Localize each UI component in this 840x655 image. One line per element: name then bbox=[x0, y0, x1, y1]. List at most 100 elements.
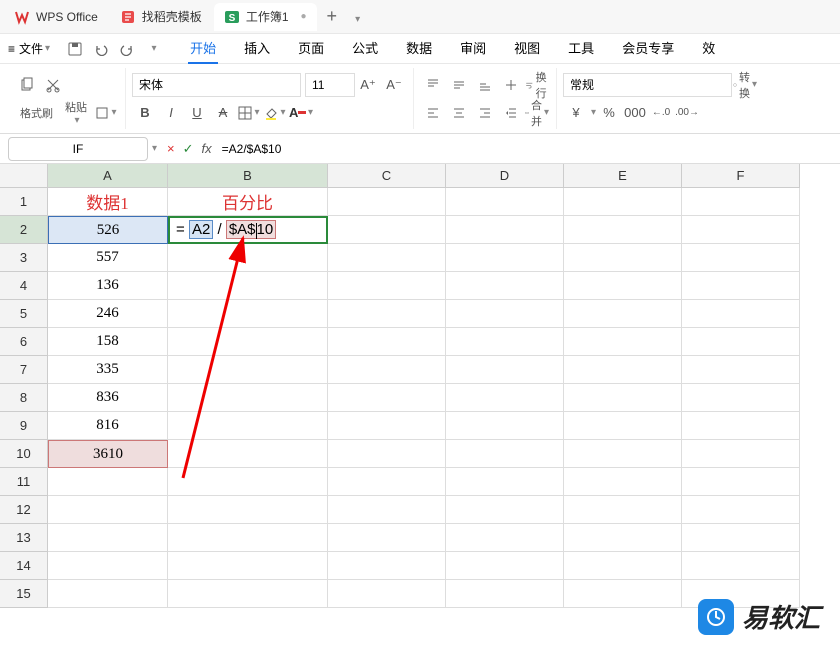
cell-A7[interactable]: 335 bbox=[48, 356, 168, 384]
cell-D2[interactable] bbox=[446, 216, 564, 244]
undo-button[interactable] bbox=[90, 38, 112, 60]
cell-F7[interactable] bbox=[682, 356, 800, 384]
cell-A1[interactable]: 数据1 bbox=[48, 188, 168, 216]
cell-E13[interactable] bbox=[564, 524, 682, 552]
align-bottom-button[interactable] bbox=[473, 73, 497, 97]
cell-A5[interactable]: 246 bbox=[48, 300, 168, 328]
cell-A9[interactable]: 816 bbox=[48, 412, 168, 440]
row-header-14[interactable]: 14 bbox=[0, 552, 48, 580]
redo-button[interactable] bbox=[116, 38, 138, 60]
align-right-button[interactable] bbox=[473, 101, 497, 125]
new-tab-button[interactable]: + bbox=[319, 6, 346, 27]
decrease-font-button[interactable]: A⁻ bbox=[382, 73, 406, 97]
cell-E9[interactable] bbox=[564, 412, 682, 440]
row-header-1[interactable]: 1 bbox=[0, 188, 48, 216]
wrap-text-button[interactable]: 换行 bbox=[525, 73, 549, 97]
cell-E10[interactable] bbox=[564, 440, 682, 468]
menu-tab-data[interactable]: 数据 bbox=[392, 34, 446, 64]
row-header-11[interactable]: 11 bbox=[0, 468, 48, 496]
cell-B13[interactable] bbox=[168, 524, 328, 552]
cut-button[interactable] bbox=[41, 73, 65, 97]
cell-C5[interactable] bbox=[328, 300, 446, 328]
cell-F5[interactable] bbox=[682, 300, 800, 328]
row-header-13[interactable]: 13 bbox=[0, 524, 48, 552]
col-header-C[interactable]: C bbox=[328, 164, 446, 188]
align-top-button[interactable] bbox=[421, 73, 445, 97]
cell-C7[interactable] bbox=[328, 356, 446, 384]
cell-B14[interactable] bbox=[168, 552, 328, 580]
cell-D6[interactable] bbox=[446, 328, 564, 356]
comma-button[interactable]: 000 bbox=[623, 101, 647, 125]
cell-F3[interactable] bbox=[682, 244, 800, 272]
col-header-F[interactable]: F bbox=[682, 164, 800, 188]
select-all-corner[interactable] bbox=[0, 164, 48, 188]
fill-color-button[interactable]: ▾ bbox=[263, 101, 287, 125]
menu-tab-tools[interactable]: 工具 bbox=[554, 34, 608, 64]
qat-more-button[interactable]: ▾ bbox=[142, 38, 164, 60]
align-middle-button[interactable] bbox=[447, 73, 471, 97]
col-header-B[interactable]: B bbox=[168, 164, 328, 188]
fx-button[interactable]: fx bbox=[202, 141, 212, 156]
cell-E2[interactable] bbox=[564, 216, 682, 244]
underline-button[interactable]: U bbox=[185, 101, 209, 125]
cell-B7[interactable] bbox=[168, 356, 328, 384]
cell-C10[interactable] bbox=[328, 440, 446, 468]
tab-app[interactable]: WPS Office bbox=[4, 3, 108, 31]
cell-E14[interactable] bbox=[564, 552, 682, 580]
row-header-2[interactable]: 2 bbox=[0, 216, 48, 244]
cell-A14[interactable] bbox=[48, 552, 168, 580]
cell-E3[interactable] bbox=[564, 244, 682, 272]
cell-E7[interactable] bbox=[564, 356, 682, 384]
cell-D1[interactable] bbox=[446, 188, 564, 216]
currency-button[interactable]: ¥ bbox=[564, 101, 588, 125]
cell-D10[interactable] bbox=[446, 440, 564, 468]
cell-F4[interactable] bbox=[682, 272, 800, 300]
formula-confirm-button[interactable]: ✓ bbox=[183, 141, 194, 157]
cell-C8[interactable] bbox=[328, 384, 446, 412]
copy-button[interactable] bbox=[15, 73, 39, 97]
convert-button[interactable]: 转换▾ bbox=[733, 73, 757, 97]
cell-A12[interactable] bbox=[48, 496, 168, 524]
merge-button[interactable]: 合并▾ bbox=[525, 101, 549, 125]
cell-D12[interactable] bbox=[446, 496, 564, 524]
menu-tab-review[interactable]: 审阅 bbox=[446, 34, 500, 64]
bold-button[interactable]: B bbox=[133, 101, 157, 125]
border-button[interactable]: ▾ bbox=[237, 101, 261, 125]
format-painter-button[interactable]: 格式刷 bbox=[14, 103, 59, 123]
cell-E5[interactable] bbox=[564, 300, 682, 328]
row-header-6[interactable]: 6 bbox=[0, 328, 48, 356]
cell-E12[interactable] bbox=[564, 496, 682, 524]
cell-C9[interactable] bbox=[328, 412, 446, 440]
row-header-12[interactable]: 12 bbox=[0, 496, 48, 524]
cell-C1[interactable] bbox=[328, 188, 446, 216]
cell-C13[interactable] bbox=[328, 524, 446, 552]
menu-tab-effect[interactable]: 效 bbox=[688, 34, 729, 64]
menu-tab-formula[interactable]: 公式 bbox=[338, 34, 392, 64]
cell-B5[interactable] bbox=[168, 300, 328, 328]
align-left-button[interactable] bbox=[421, 101, 445, 125]
align-center-button[interactable] bbox=[447, 101, 471, 125]
row-header-15[interactable]: 15 bbox=[0, 580, 48, 608]
menu-tab-member[interactable]: 会员专享 bbox=[608, 34, 688, 64]
cell-B4[interactable] bbox=[168, 272, 328, 300]
cell-F2[interactable] bbox=[682, 216, 800, 244]
cell-D8[interactable] bbox=[446, 384, 564, 412]
name-box[interactable] bbox=[8, 137, 148, 161]
tab-workbook[interactable]: S 工作簿1 ● bbox=[214, 3, 317, 31]
row-header-9[interactable]: 9 bbox=[0, 412, 48, 440]
cell-F10[interactable] bbox=[682, 440, 800, 468]
cell-F8[interactable] bbox=[682, 384, 800, 412]
cell-D7[interactable] bbox=[446, 356, 564, 384]
file-menu[interactable]: ≡ 文件 ▾ bbox=[8, 40, 50, 57]
cell-E6[interactable] bbox=[564, 328, 682, 356]
cell-A8[interactable]: 836 bbox=[48, 384, 168, 412]
italic-button[interactable]: I bbox=[159, 101, 183, 125]
cell-B12[interactable] bbox=[168, 496, 328, 524]
menu-tab-insert[interactable]: 插入 bbox=[230, 34, 284, 64]
cell-D5[interactable] bbox=[446, 300, 564, 328]
menu-tab-view[interactable]: 视图 bbox=[500, 34, 554, 64]
cell-C15[interactable] bbox=[328, 580, 446, 608]
cell-F1[interactable] bbox=[682, 188, 800, 216]
cell-B10[interactable] bbox=[168, 440, 328, 468]
cell-B9[interactable] bbox=[168, 412, 328, 440]
